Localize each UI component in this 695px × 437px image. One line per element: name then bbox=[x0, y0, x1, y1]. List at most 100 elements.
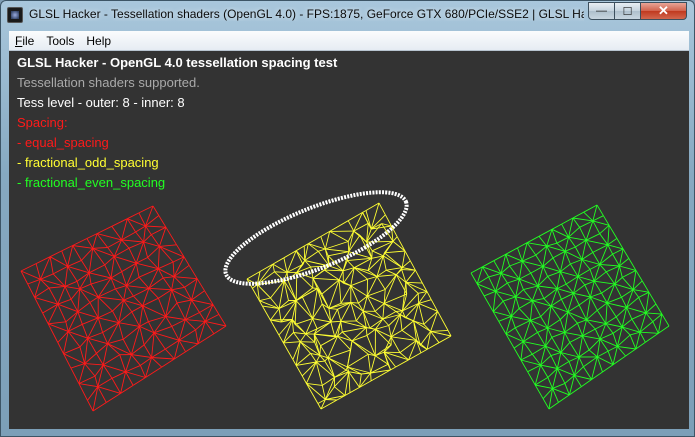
mesh-edge bbox=[405, 269, 416, 283]
mesh-edge bbox=[355, 310, 364, 322]
mesh-edge bbox=[396, 236, 406, 252]
mesh-edge bbox=[96, 225, 112, 235]
menu-file[interactable]: File bbox=[9, 31, 40, 51]
mesh-edge bbox=[521, 242, 528, 262]
mesh-edge bbox=[77, 311, 83, 325]
mesh-edge bbox=[283, 341, 301, 344]
mesh-edge bbox=[138, 268, 159, 278]
mesh-edge bbox=[564, 331, 583, 337]
mesh-edge bbox=[596, 310, 607, 324]
mesh-edge bbox=[324, 357, 329, 362]
mesh-edge bbox=[577, 319, 587, 324]
mesh-edge bbox=[361, 372, 371, 375]
mesh-edge bbox=[328, 251, 349, 257]
mesh-edge bbox=[84, 338, 89, 364]
mesh-edge bbox=[20, 270, 41, 280]
menu-tools[interactable]: Tools bbox=[40, 31, 80, 51]
mesh-edge bbox=[72, 245, 82, 261]
mesh-edge bbox=[84, 363, 104, 366]
mesh-edge bbox=[295, 245, 305, 252]
mesh-edge bbox=[65, 311, 79, 323]
mesh-edge bbox=[346, 260, 355, 269]
mesh-edge bbox=[338, 270, 344, 281]
mesh-edge bbox=[179, 339, 199, 345]
mesh-edge bbox=[526, 242, 537, 256]
mesh-edge bbox=[376, 276, 386, 290]
title-bar[interactable]: GLSL Hacker - Tessellation shaders (Open… bbox=[1, 1, 694, 29]
mesh-edge bbox=[329, 220, 349, 232]
mesh-edge bbox=[597, 350, 609, 358]
mesh-edge bbox=[550, 352, 561, 357]
mesh-edge bbox=[301, 296, 314, 319]
mesh-edge bbox=[401, 320, 414, 331]
mesh-edge bbox=[270, 319, 280, 336]
mesh-edge bbox=[347, 220, 355, 232]
mesh-edge bbox=[645, 292, 650, 313]
mesh-edge bbox=[185, 343, 199, 353]
mesh-edge bbox=[102, 332, 109, 344]
mesh-edge bbox=[351, 334, 368, 342]
mesh-edge bbox=[495, 273, 502, 292]
mesh-edge bbox=[143, 344, 152, 358]
mesh-edge bbox=[346, 349, 352, 368]
mesh-edge bbox=[606, 265, 620, 273]
mesh-edge bbox=[121, 239, 130, 249]
mesh-edge bbox=[353, 230, 361, 236]
mesh-edge bbox=[582, 335, 590, 351]
mesh-edge bbox=[621, 297, 628, 308]
mesh-edge bbox=[638, 291, 650, 298]
render-viewport[interactable]: GLSL Hacker - OpenGL 4.0 tessellation sp… bbox=[9, 51, 689, 429]
mesh-edge bbox=[328, 307, 338, 310]
mesh-edge bbox=[513, 347, 522, 361]
mesh-edge bbox=[102, 354, 120, 366]
mesh-edge bbox=[505, 247, 518, 255]
mesh-edge bbox=[57, 342, 64, 354]
mesh-edge bbox=[607, 225, 610, 245]
mesh-edge bbox=[64, 285, 80, 290]
mesh-edge bbox=[369, 318, 384, 329]
close-button[interactable]: ✕ bbox=[640, 2, 687, 20]
maximize-button[interactable]: ☐ bbox=[614, 2, 641, 20]
mesh-edge bbox=[362, 210, 367, 213]
mesh-edge bbox=[63, 353, 85, 365]
mesh-edge bbox=[123, 295, 134, 301]
mesh-edge bbox=[509, 260, 523, 267]
mesh-edge bbox=[581, 240, 587, 260]
mesh-edge bbox=[272, 263, 288, 273]
mesh-edge bbox=[578, 349, 590, 358]
mesh-edge bbox=[558, 394, 570, 403]
mesh-edge bbox=[259, 297, 271, 302]
mesh-edge bbox=[131, 305, 143, 313]
mesh-edge bbox=[148, 287, 172, 291]
mesh-edge bbox=[629, 331, 641, 336]
mesh-edge bbox=[84, 353, 97, 364]
mesh-edge bbox=[88, 264, 105, 274]
mesh-edge bbox=[559, 271, 567, 285]
mesh-edge bbox=[612, 253, 620, 267]
mesh-edge bbox=[340, 285, 352, 304]
mesh-edge bbox=[131, 344, 145, 355]
mesh-edge bbox=[317, 403, 322, 410]
mesh-edge bbox=[164, 348, 175, 360]
menu-help[interactable]: Help bbox=[80, 31, 117, 51]
mesh-edge bbox=[158, 215, 167, 228]
mesh-edge bbox=[107, 343, 121, 356]
mesh-edge bbox=[605, 271, 616, 285]
mesh-edge bbox=[135, 263, 140, 278]
mesh-edge bbox=[367, 295, 385, 304]
mesh-edge bbox=[622, 269, 637, 278]
mesh-edge bbox=[568, 236, 587, 241]
mesh-edge bbox=[88, 272, 92, 285]
mesh-edge bbox=[349, 387, 360, 394]
mesh-edge bbox=[395, 311, 401, 315]
mesh-edge bbox=[523, 332, 538, 342]
mesh-edge bbox=[191, 299, 214, 306]
mesh-edge bbox=[72, 238, 88, 246]
mesh-edge bbox=[338, 279, 342, 304]
mesh-edge bbox=[556, 236, 569, 244]
mesh-edge bbox=[196, 278, 205, 291]
mesh-edge bbox=[270, 319, 293, 321]
mesh-edge bbox=[534, 384, 544, 399]
minimize-button[interactable]: — bbox=[588, 2, 615, 20]
mesh-edge bbox=[292, 359, 297, 366]
